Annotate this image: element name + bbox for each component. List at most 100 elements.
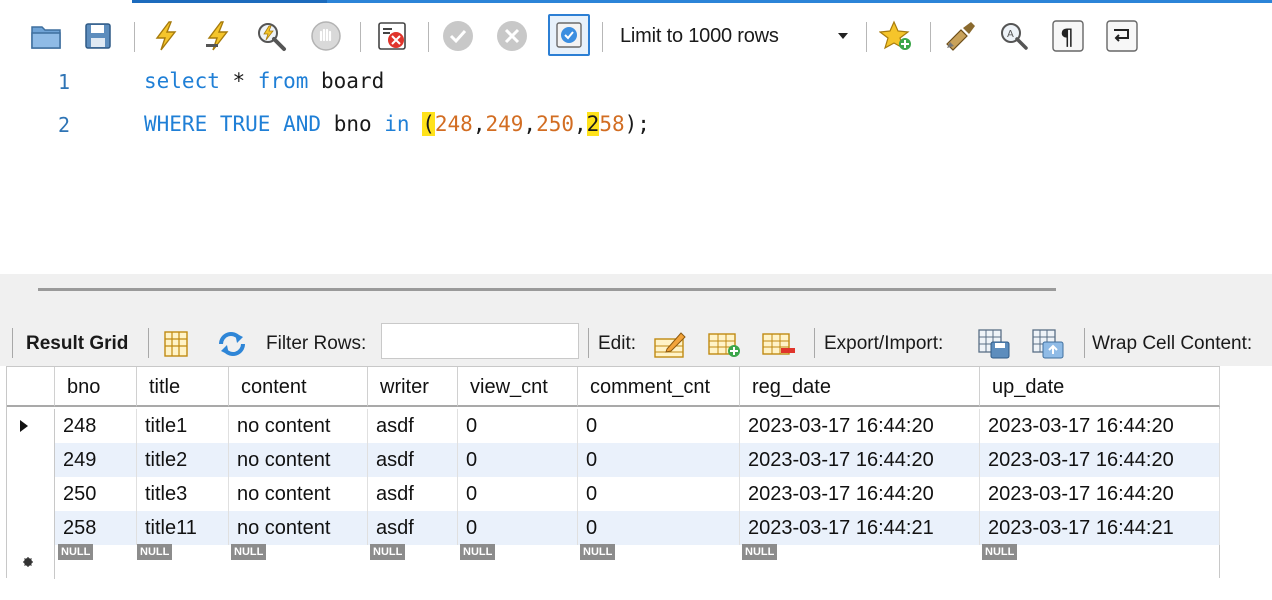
table-cell[interactable]: 2023-03-17 16:44:21: [980, 511, 1220, 545]
table-cell[interactable]: no content: [229, 409, 368, 443]
row-header[interactable]: [7, 477, 55, 511]
table-cell[interactable]: asdf: [368, 409, 458, 443]
table-cell[interactable]: 0: [458, 409, 578, 443]
table-cell[interactable]: 0: [578, 443, 740, 477]
number-token: 58: [599, 112, 625, 136]
filter-rows-input[interactable]: [381, 323, 579, 359]
column-header-writer[interactable]: writer: [368, 367, 458, 407]
rollback-icon[interactable]: [494, 18, 530, 54]
column-header-view-cnt[interactable]: view_cnt: [458, 367, 578, 407]
null-badge[interactable]: NULL: [370, 544, 406, 560]
table-cell[interactable]: 0: [578, 511, 740, 545]
table-cell[interactable]: 0: [458, 477, 578, 511]
table-cell[interactable]: 0: [458, 443, 578, 477]
table-cell[interactable]: 248: [55, 409, 137, 443]
column-header-content[interactable]: content: [229, 367, 368, 407]
text-token: ,: [523, 112, 537, 136]
table-cell[interactable]: 2023-03-17 16:44:20: [980, 477, 1220, 511]
line-number: 2: [58, 113, 71, 137]
table-cell[interactable]: asdf: [368, 511, 458, 545]
table-cell[interactable]: title3: [137, 477, 229, 511]
table-cell[interactable]: 2023-03-17 16:44:21: [740, 511, 980, 545]
limit-rows-select[interactable]: Limit to 1000 rows: [612, 20, 854, 52]
table-cell[interactable]: 0: [578, 409, 740, 443]
table-cell[interactable]: 2023-03-17 16:44:20: [980, 409, 1220, 443]
row-header[interactable]: [7, 409, 55, 443]
column-header-reg-date[interactable]: reg_date: [740, 367, 980, 407]
table-cell[interactable]: no content: [229, 477, 368, 511]
find-icon[interactable]: A: [996, 18, 1032, 54]
commit-icon[interactable]: [440, 18, 476, 54]
beautify-icon[interactable]: [942, 18, 978, 54]
bookmark-icon[interactable]: [878, 18, 914, 54]
export-icon[interactable]: [976, 328, 1012, 360]
table-cell[interactable]: 2023-03-17 16:44:20: [740, 443, 980, 477]
code-line-2[interactable]: WHERE TRUE AND bno in (248,249,250,258);: [144, 112, 650, 136]
stop-icon[interactable]: [308, 18, 344, 54]
table-cell[interactable]: asdf: [368, 443, 458, 477]
table-cell[interactable]: title2: [137, 443, 229, 477]
delete-row-icon[interactable]: [760, 328, 796, 360]
invisible-chars-icon[interactable]: ¶: [1050, 18, 1086, 54]
number-token: 248: [434, 112, 473, 136]
table-row[interactable]: 258 title11 no content asdf 0 0 2023-03-…: [55, 511, 1220, 545]
table-cell[interactable]: no content: [229, 511, 368, 545]
keyword-token: in: [384, 112, 410, 136]
table-row[interactable]: 249 title2 no content asdf 0 0 2023-03-1…: [55, 443, 1220, 477]
column-header-title[interactable]: title: [137, 367, 229, 407]
explain-icon[interactable]: [254, 18, 290, 54]
new-row-header[interactable]: [7, 545, 55, 579]
sql-editor[interactable]: 1 2 select * from board WHERE TRUE AND b…: [4, 62, 1272, 274]
table-cell[interactable]: 2023-03-17 16:44:20: [740, 409, 980, 443]
number-token: 249: [485, 112, 524, 136]
result-toolbar: Result Grid Filter Rows: Edit: Export/Im…: [0, 316, 1272, 366]
table-cell[interactable]: title11: [137, 511, 229, 545]
null-badge[interactable]: NULL: [982, 544, 1018, 560]
null-badge[interactable]: NULL: [742, 544, 778, 560]
wrap-icon[interactable]: [1104, 18, 1140, 54]
matching-paren-highlight: (: [422, 112, 435, 136]
keyword-token: from: [257, 69, 309, 93]
grid-view-icon[interactable]: [158, 328, 194, 360]
toggle-error-icon[interactable]: [374, 18, 410, 54]
toolbar-separator: [930, 22, 931, 52]
table-cell[interactable]: 2023-03-17 16:44:20: [980, 443, 1220, 477]
save-icon[interactable]: [80, 18, 116, 54]
null-badge[interactable]: NULL: [580, 544, 616, 560]
table-cell[interactable]: 0: [458, 511, 578, 545]
column-header-up-date[interactable]: up_date: [980, 367, 1220, 407]
refresh-icon[interactable]: [214, 328, 250, 360]
execute-current-icon[interactable]: [200, 18, 236, 54]
edit-row-icon[interactable]: [652, 328, 688, 360]
table-cell[interactable]: asdf: [368, 477, 458, 511]
new-row-icon: [23, 557, 33, 567]
table-cell[interactable]: 258: [55, 511, 137, 545]
add-row-icon[interactable]: [706, 328, 742, 360]
table-cell[interactable]: 250: [55, 477, 137, 511]
column-header-bno[interactable]: bno: [55, 367, 137, 407]
import-icon[interactable]: [1030, 328, 1066, 360]
null-badge[interactable]: NULL: [231, 544, 267, 560]
null-badge[interactable]: NULL: [58, 544, 94, 560]
table-cell[interactable]: no content: [229, 443, 368, 477]
table-cell[interactable]: 2023-03-17 16:44:20: [740, 477, 980, 511]
panel-splitter[interactable]: [0, 274, 1272, 316]
edit-label: Edit:: [598, 333, 637, 354]
table-cell[interactable]: 0: [578, 477, 740, 511]
table-cell[interactable]: 249: [55, 443, 137, 477]
column-header-comment-cnt[interactable]: comment_cnt: [578, 367, 740, 407]
toolbar-separator: [866, 22, 867, 52]
open-folder-icon[interactable]: [28, 18, 64, 54]
null-badge[interactable]: NULL: [137, 544, 173, 560]
execute-icon[interactable]: [148, 18, 184, 54]
row-header[interactable]: [7, 511, 55, 545]
row-header[interactable]: [7, 443, 55, 477]
null-badge[interactable]: NULL: [460, 544, 496, 560]
result-grid-tab[interactable]: Result Grid: [26, 333, 128, 355]
code-line-1[interactable]: select * from board: [144, 69, 384, 93]
table-cell[interactable]: title1: [137, 409, 229, 443]
horizontal-scrollbar[interactable]: [38, 288, 1056, 291]
autocommit-icon[interactable]: [548, 14, 590, 56]
